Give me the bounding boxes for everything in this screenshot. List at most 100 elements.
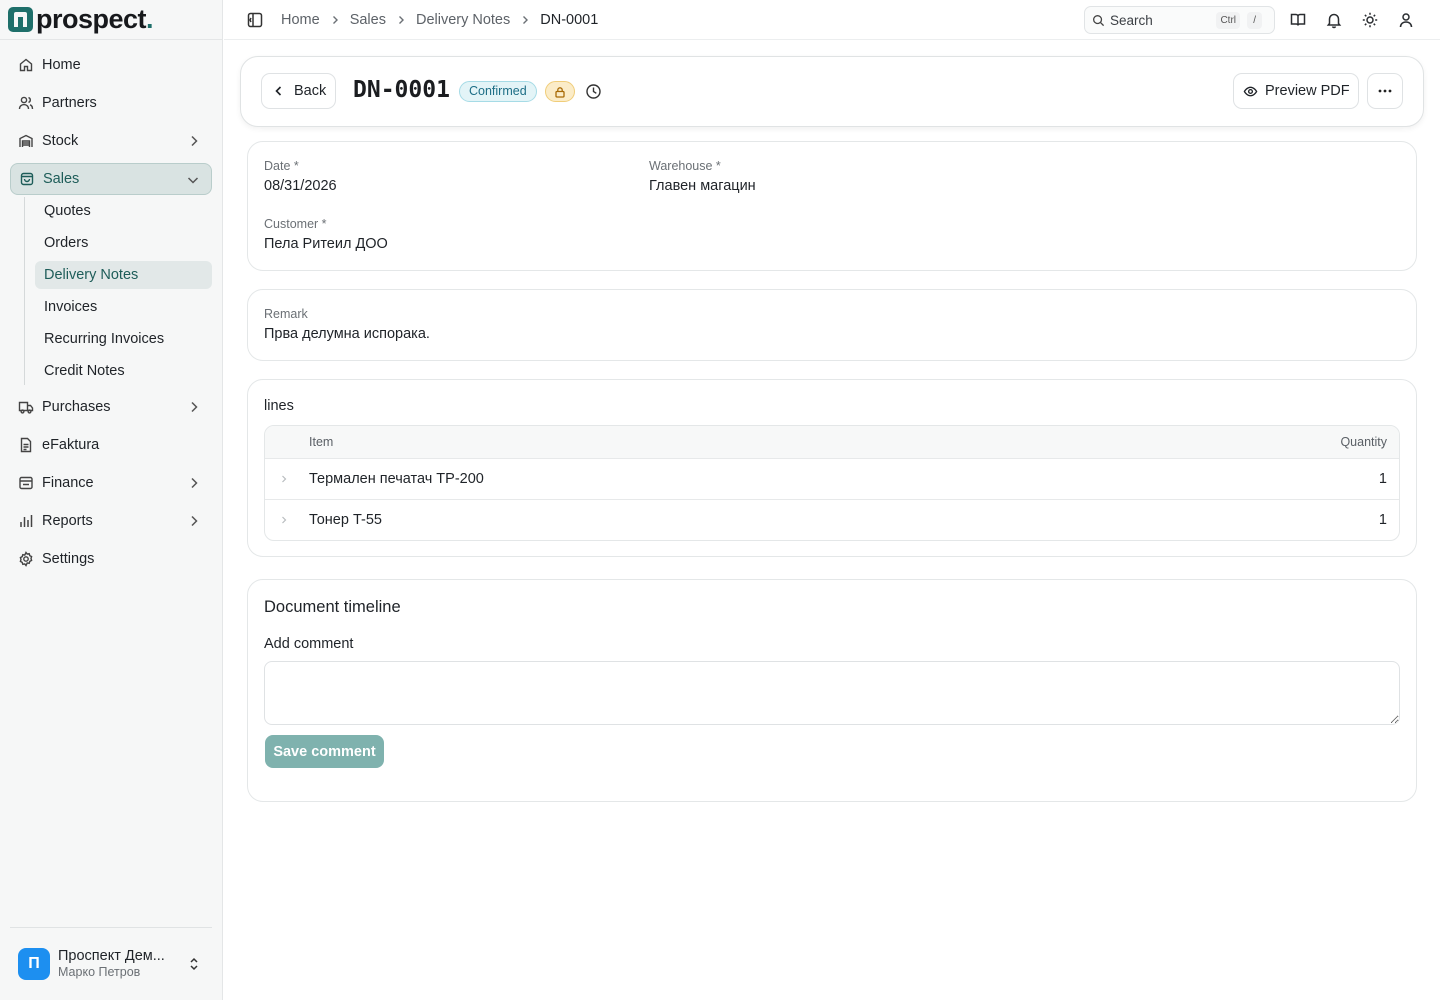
line-item-quantity: 1: [1378, 512, 1387, 528]
sidebar-subitem-delivery-notes[interactable]: Delivery Notes: [35, 261, 212, 289]
remark-value: Прва делумна испорака.: [264, 326, 430, 342]
sidebar-item-label: Finance: [42, 475, 94, 491]
document-header: Back DN-0001 Confirmed Preview PDF: [240, 56, 1424, 127]
column-header-quantity: Quantity: [1340, 435, 1387, 449]
status-badge: Confirmed: [459, 81, 537, 102]
lock-icon: [555, 86, 565, 98]
eye-icon: [1243, 86, 1258, 96]
topbar: Home Sales Delivery Notes DN-0001 Search…: [224, 0, 1440, 40]
sidebar-item-label: Sales: [43, 171, 80, 187]
sales-subnav: Quotes Orders Delivery Notes Invoices Re…: [24, 197, 212, 385]
chevron-right-icon[interactable]: [279, 515, 289, 525]
sidebar-subitem-quotes[interactable]: Quotes: [35, 197, 212, 225]
remark-card: Remark Прва делумна испорака.: [247, 289, 1417, 361]
sidebar-item-label: Purchases: [42, 399, 111, 415]
more-actions-button[interactable]: [1367, 73, 1403, 109]
account-switcher[interactable]: П Проспект Дем... Марко Петров: [10, 927, 212, 1000]
details-card: Date * 08/31/2026 Warehouse * Главен маг…: [247, 141, 1417, 271]
brand-logo-mark: [8, 7, 33, 32]
breadcrumb-delivery-notes[interactable]: Delivery Notes: [416, 12, 510, 28]
history-icon[interactable]: [585, 83, 602, 100]
user-icon[interactable]: [1397, 11, 1415, 29]
breadcrumb-home[interactable]: Home: [281, 12, 320, 28]
lines-table: Item Quantity Термален печатач TP-200 1 …: [264, 425, 1400, 541]
customer-label: Customer *: [264, 217, 327, 231]
sidebar: prospect. Home Partners Stock Sales Quot…: [0, 0, 223, 1000]
warehouse-icon: [18, 133, 34, 149]
customer-value: Пела Ритеил ДОО: [264, 236, 388, 252]
lines-card: lines Item Quantity Термален печатач TP-…: [247, 379, 1417, 557]
sidebar-item-partners[interactable]: Partners: [10, 87, 212, 119]
shortcut-key-ctrl: Ctrl: [1216, 12, 1240, 29]
timeline-card: Document timeline Add comment Save comme…: [247, 579, 1417, 802]
sidebar-item-reports[interactable]: Reports: [10, 505, 212, 537]
remark-label: Remark: [264, 307, 308, 321]
locked-badge: [545, 81, 575, 102]
line-item-name: Тонер T-55: [309, 512, 382, 528]
page-title: DN-0001: [353, 77, 450, 103]
chevron-right-icon: [191, 135, 198, 147]
line-item-quantity: 1: [1378, 471, 1387, 487]
account-name: Проспект Дем...: [58, 948, 165, 965]
chevron-left-icon: [275, 86, 282, 96]
warehouse-value: Главен магацин: [649, 178, 756, 194]
date-label: Date *: [264, 159, 299, 173]
chevron-right-icon: [398, 15, 404, 24]
chevron-down-icon: [187, 177, 199, 184]
bar-chart-icon: [18, 513, 34, 529]
sidebar-toggle-icon[interactable]: [246, 11, 264, 29]
preview-pdf-button[interactable]: Preview PDF: [1233, 73, 1359, 109]
sidebar-item-settings[interactable]: Settings: [10, 543, 212, 575]
sidebar-item-home[interactable]: Home: [10, 49, 212, 81]
sun-icon[interactable]: [1361, 11, 1379, 29]
save-comment-button[interactable]: Save comment: [265, 735, 384, 768]
chevron-right-icon: [332, 15, 338, 24]
sidebar-subitem-orders[interactable]: Orders: [35, 229, 212, 257]
sidebar-item-finance[interactable]: Finance: [10, 467, 212, 499]
table-row[interactable]: Тонер T-55 1: [265, 500, 1399, 540]
truck-icon: [18, 399, 34, 415]
sidebar-item-label: Home: [42, 57, 81, 73]
home-icon: [18, 57, 34, 73]
breadcrumb-current: DN-0001: [540, 11, 599, 28]
brand-name: prospect: [36, 4, 147, 34]
preview-pdf-label: Preview PDF: [1265, 83, 1350, 99]
more-horizontal-icon: [1378, 89, 1392, 93]
breadcrumb-sales[interactable]: Sales: [350, 12, 386, 28]
back-button[interactable]: Back: [261, 73, 336, 109]
bell-icon[interactable]: [1325, 11, 1343, 29]
sidebar-item-efaktura[interactable]: eFaktura: [10, 429, 212, 461]
chevron-right-icon: [191, 477, 198, 489]
breadcrumb: Home Sales Delivery Notes DN-0001: [281, 12, 598, 28]
comment-textarea[interactable]: [264, 661, 1400, 725]
brand-logo[interactable]: prospect.: [0, 0, 222, 40]
document-icon: [18, 437, 34, 453]
sidebar-item-label: Partners: [42, 95, 97, 111]
sidebar-subitem-invoices[interactable]: Invoices: [35, 293, 212, 321]
sidebar-item-label: eFaktura: [42, 437, 100, 453]
search-input[interactable]: Search Ctrl /: [1084, 6, 1275, 34]
sidebar-nav: Home Partners Stock Sales Quotes Orders …: [0, 40, 222, 575]
table-row[interactable]: Термален печатач TP-200 1: [265, 459, 1399, 500]
chevron-right-icon: [523, 15, 529, 24]
table-header: Item Quantity: [265, 426, 1399, 459]
line-item-name: Термален печатач TP-200: [309, 471, 484, 487]
brand-dot: .: [146, 4, 154, 34]
add-comment-label: Add comment: [264, 636, 354, 652]
chevron-right-icon[interactable]: [279, 474, 289, 484]
sidebar-item-sales[interactable]: Sales: [10, 163, 212, 195]
back-button-label: Back: [294, 83, 327, 99]
sidebar-item-stock[interactable]: Stock: [10, 125, 212, 157]
sidebar-subitem-credit-notes[interactable]: Credit Notes: [35, 357, 212, 385]
column-header-item: Item: [309, 435, 334, 449]
sidebar-subitem-recurring-invoices[interactable]: Recurring Invoices: [35, 325, 212, 353]
timeline-title: Document timeline: [264, 598, 401, 616]
sidebar-item-label: Settings: [42, 551, 95, 567]
warehouse-label: Warehouse *: [649, 159, 721, 173]
sidebar-item-label: Stock: [42, 133, 79, 149]
sidebar-item-purchases[interactable]: Purchases: [10, 391, 212, 423]
search-icon: [1093, 14, 1105, 26]
shortcut-key-slash: /: [1247, 12, 1262, 29]
book-icon[interactable]: [1289, 11, 1307, 29]
chevron-up-down-icon[interactable]: [186, 956, 202, 972]
